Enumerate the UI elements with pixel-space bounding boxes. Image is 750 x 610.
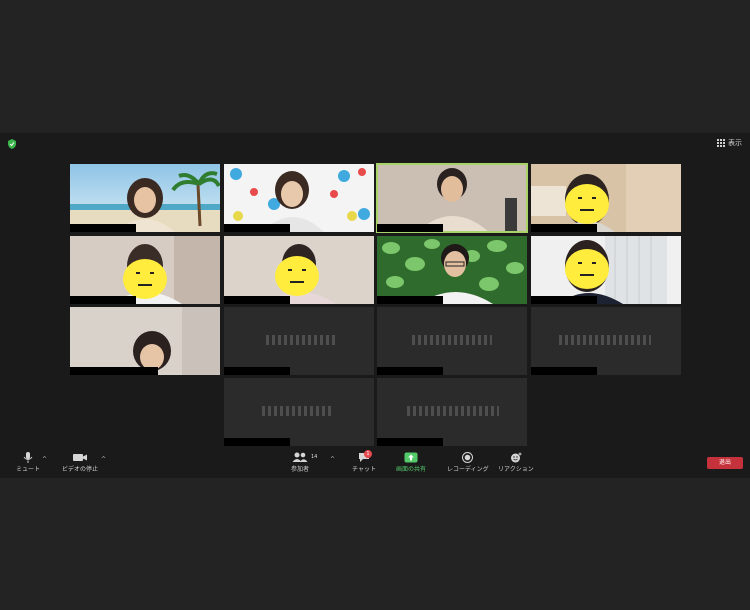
video-options-caret[interactable]: ^ bbox=[101, 456, 106, 463]
participant-name-redacted bbox=[224, 296, 290, 304]
view-label: 表示 bbox=[728, 139, 742, 147]
record-button[interactable]: レコーディング bbox=[447, 452, 489, 473]
participants-label: 参加者 bbox=[291, 466, 310, 473]
participants-icon bbox=[292, 452, 308, 462]
participants-options-caret[interactable]: ^ bbox=[330, 456, 335, 463]
participant-tile-video-off[interactable] bbox=[377, 307, 527, 375]
participant-name-redacted bbox=[224, 224, 290, 232]
shield-icon[interactable] bbox=[7, 139, 17, 149]
participant-video-tile[interactable] bbox=[224, 164, 374, 232]
participant-video bbox=[377, 164, 527, 232]
participant-video-tile-active-speaker[interactable] bbox=[376, 163, 528, 233]
participant-name-blurred bbox=[559, 335, 651, 345]
mute-label: ミュート bbox=[16, 466, 41, 473]
chat-label: チャット bbox=[352, 466, 376, 473]
participant-name-redacted bbox=[70, 224, 136, 232]
participant-name-redacted bbox=[377, 224, 443, 232]
video-label: ビデオの停止 bbox=[62, 466, 99, 473]
participant-video bbox=[377, 236, 527, 304]
participant-name-redacted bbox=[377, 296, 443, 304]
participant-video-tile[interactable] bbox=[70, 307, 220, 375]
participant-name-redacted bbox=[531, 296, 597, 304]
participant-tile-video-off[interactable] bbox=[224, 378, 374, 446]
participant-video bbox=[230, 168, 370, 232]
participant-name-redacted bbox=[377, 438, 443, 446]
grid-icon bbox=[717, 139, 725, 147]
participants-count: 14 bbox=[311, 454, 318, 460]
view-toggle-button[interactable]: 表示 bbox=[717, 138, 742, 148]
chat-unread-badge: 1 bbox=[364, 450, 372, 458]
share-screen-button[interactable]: 画面の共有 bbox=[396, 452, 426, 473]
smiley-face-icon bbox=[565, 249, 609, 289]
share-screen-icon bbox=[404, 452, 418, 463]
smiley-face-icon bbox=[275, 256, 319, 296]
reaction-icon bbox=[510, 452, 522, 463]
participant-video-tile[interactable] bbox=[531, 164, 681, 232]
record-icon bbox=[462, 452, 474, 463]
participant-name-blurred bbox=[412, 335, 492, 345]
reaction-button[interactable]: リアクション bbox=[498, 452, 534, 473]
participant-name-redacted bbox=[70, 296, 136, 304]
microphone-icon bbox=[23, 452, 33, 463]
participant-video-tile[interactable] bbox=[70, 236, 220, 304]
participant-name-redacted bbox=[531, 367, 597, 375]
participant-tile-video-off[interactable] bbox=[531, 307, 681, 375]
participant-video-tile[interactable] bbox=[531, 236, 681, 304]
share-label: 画面の共有 bbox=[396, 466, 427, 473]
participant-name-redacted bbox=[224, 367, 290, 375]
participant-name-redacted bbox=[224, 438, 290, 446]
record-label: レコーディング bbox=[447, 466, 489, 473]
meeting-toolbar: ミュート ^ ビデオの停止 ^ 参加者 14 ^ チャット 1 画面の共有 レコ… bbox=[0, 450, 750, 478]
smiley-face-icon bbox=[565, 184, 609, 224]
participant-name-blurred bbox=[262, 406, 334, 416]
chat-button[interactable]: チャット 1 bbox=[352, 450, 376, 473]
participants-button[interactable]: 参加者 bbox=[291, 452, 309, 473]
participant-video-tile[interactable] bbox=[224, 236, 374, 304]
participant-video-tile[interactable] bbox=[70, 164, 220, 232]
participant-tile-video-off[interactable] bbox=[377, 378, 527, 446]
participant-name-blurred bbox=[266, 335, 336, 345]
leave-meeting-button[interactable]: 退出 bbox=[707, 457, 743, 469]
participant-video bbox=[70, 171, 220, 232]
participant-name-redacted bbox=[70, 367, 158, 375]
participant-name-redacted bbox=[377, 367, 443, 375]
reaction-label: リアクション bbox=[498, 466, 534, 473]
participant-video bbox=[70, 307, 220, 375]
smiley-face-icon bbox=[123, 259, 167, 299]
audio-options-caret[interactable]: ^ bbox=[42, 456, 47, 463]
participant-video-tile[interactable] bbox=[377, 236, 527, 304]
participant-name-blurred bbox=[407, 406, 499, 416]
mute-button[interactable]: ミュート bbox=[16, 452, 40, 473]
participant-tile-video-off[interactable] bbox=[224, 307, 374, 375]
stop-video-button[interactable]: ビデオの停止 bbox=[62, 452, 98, 473]
video-camera-icon bbox=[73, 454, 87, 461]
zoom-meeting-window: 表示 ミュート ^ ビデオの停止 ^ 参加者 14 ^ チャット 1 画面の共有… bbox=[0, 133, 750, 478]
participant-name-redacted bbox=[531, 224, 597, 232]
